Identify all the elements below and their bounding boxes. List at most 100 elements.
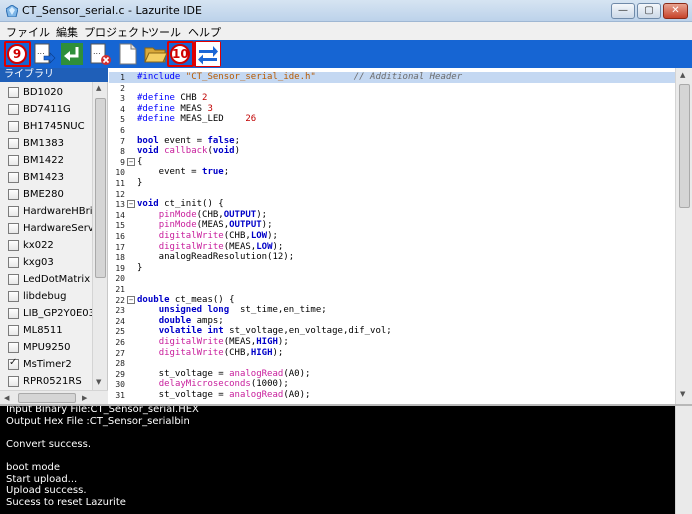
library-item[interactable]: BD1020 — [8, 84, 63, 100]
code-editor[interactable]: 1 #include "CT_Sensor_serial_ide.h" // Ad… — [109, 68, 692, 404]
library-checkbox[interactable] — [8, 171, 19, 183]
library-checkbox[interactable] — [8, 222, 19, 234]
code-line[interactable]: 6 — [109, 125, 679, 136]
library-vertical-scrollbar[interactable]: ▲ ▼ — [92, 82, 107, 390]
library-checkbox[interactable] — [8, 307, 19, 319]
library-item[interactable]: MPU9250 — [8, 339, 70, 355]
import-button[interactable]: ... — [32, 42, 56, 66]
console-vertical-scrollbar[interactable] — [675, 406, 692, 514]
library-item[interactable]: libdebug — [8, 288, 66, 304]
code-line[interactable]: 25 volatile int st_voltage,en_voltage,di… — [109, 326, 679, 337]
code-line[interactable]: 30 delayMicroseconds(1000); — [109, 379, 679, 390]
library-checkbox[interactable] — [8, 341, 19, 353]
scroll-down-arrow-icon[interactable]: ▼ — [96, 378, 101, 386]
library-checkbox[interactable] — [8, 137, 19, 149]
library-checkbox[interactable] — [8, 273, 19, 285]
scroll-left-arrow-icon[interactable]: ◀ — [4, 394, 9, 402]
library-checkbox[interactable] — [8, 324, 19, 336]
library-item[interactable]: BD7411G — [8, 101, 71, 117]
library-item[interactable]: HardwareServo — [8, 220, 100, 236]
code-line[interactable]: 16 digitalWrite(CHB,LOW); — [109, 231, 679, 242]
menu-edit[interactable]: 編集 — [56, 24, 78, 40]
code-line[interactable]: 11} — [109, 178, 679, 189]
code-line[interactable]: 18 analogReadResolution(12); — [109, 252, 679, 263]
code-line[interactable]: 29 st_voltage = analogRead(A0); — [109, 369, 679, 380]
library-item[interactable]: LIB_GP2Y0E03 — [8, 305, 95, 321]
library-scroll-thumb[interactable] — [95, 98, 106, 278]
code-line[interactable]: 15 pinMode(MEAS,OUTPUT); — [109, 220, 679, 231]
library-item[interactable]: BM1423 — [8, 169, 64, 185]
editor-vertical-scrollbar[interactable]: ▲ ▼ — [675, 68, 692, 404]
code-line[interactable]: 13− void ct_init() { — [109, 199, 679, 210]
library-item[interactable]: BH1745NUC — [8, 118, 85, 134]
code-line[interactable]: 1 #include "CT_Sensor_serial_ide.h" // Ad… — [109, 72, 679, 83]
code-line[interactable]: 27 digitalWrite(CHB,HIGH); — [109, 348, 679, 359]
minimize-button[interactable]: — — [611, 3, 635, 19]
marker-number: 9 — [7, 44, 27, 64]
code-line[interactable]: 28 — [109, 358, 679, 369]
transfer-button[interactable] — [196, 42, 220, 66]
return-icon — [61, 43, 83, 65]
open-folder-button[interactable] — [144, 42, 168, 66]
library-checkbox[interactable] — [8, 256, 19, 268]
library-checkbox[interactable] — [8, 375, 19, 387]
library-checkbox[interactable] — [8, 86, 19, 98]
library-item[interactable]: BM1383 — [8, 135, 64, 151]
library-item[interactable]: MsTimer2 — [8, 356, 72, 372]
code-line[interactable]: 7 bool event = false; — [109, 136, 679, 147]
code-line[interactable]: 12 — [109, 189, 679, 200]
code-line[interactable]: 3 #define CHB 2 — [109, 93, 679, 104]
code-line[interactable]: 22− double ct_meas() { — [109, 295, 679, 306]
library-item[interactable]: LedDotMatrix — [8, 271, 90, 287]
menu-file[interactable]: ファイル — [6, 24, 50, 40]
new-file-button[interactable] — [116, 42, 140, 66]
library-horizontal-scrollbar[interactable]: ◀ ▶ — [0, 390, 108, 404]
code-line[interactable]: 26 digitalWrite(MEAS,HIGH); — [109, 337, 679, 348]
library-item[interactable]: ML8511 — [8, 322, 63, 338]
fold-toggle-icon[interactable]: − — [127, 200, 135, 209]
library-item[interactable]: BM1422 — [8, 152, 64, 168]
library-hscroll-thumb[interactable] — [18, 393, 76, 403]
editor-scroll-thumb[interactable] — [679, 84, 690, 208]
library-checkbox[interactable] — [8, 120, 19, 132]
code-text: } — [137, 262, 143, 273]
fold-toggle-icon[interactable]: − — [127, 157, 135, 166]
code-line[interactable]: 21 — [109, 284, 679, 295]
library-item[interactable]: kxg03 — [8, 254, 54, 270]
library-item[interactable]: BME280 — [8, 186, 64, 202]
library-checkbox[interactable] — [8, 357, 19, 370]
code-line[interactable]: 10 event = true; — [109, 167, 679, 178]
close-file-button[interactable]: ... — [88, 42, 112, 66]
scroll-right-arrow-icon[interactable]: ▶ — [82, 394, 87, 402]
menu-tools[interactable]: ツール — [148, 24, 181, 40]
console-line: Convert success. — [6, 438, 92, 450]
library-item[interactable]: kx022 — [8, 237, 54, 253]
code-line[interactable]: 5 #define MEAS_LED 26 — [109, 114, 679, 125]
library-checkbox[interactable] — [8, 188, 19, 200]
code-line[interactable]: 9−{ — [109, 157, 679, 168]
scroll-up-arrow-icon[interactable]: ▲ — [680, 71, 685, 79]
scroll-up-arrow-icon[interactable]: ▲ — [96, 84, 101, 92]
code-line[interactable]: 17 digitalWrite(MEAS,LOW); — [109, 242, 679, 253]
menu-help[interactable]: ヘルプ — [188, 24, 221, 40]
library-checkbox[interactable] — [8, 239, 19, 251]
code-line[interactable]: 23 unsigned long st_time,en_time; — [109, 305, 679, 316]
close-button[interactable]: ✕ — [663, 3, 688, 19]
code-line[interactable]: 31 st_voltage = analogRead(A0); — [109, 390, 679, 401]
library-checkbox[interactable] — [8, 290, 19, 302]
maximize-button[interactable]: ▢ — [637, 3, 661, 19]
fold-toggle-icon[interactable]: − — [127, 295, 135, 304]
code-line[interactable]: 4 #define MEAS 3 — [109, 104, 679, 115]
library-checkbox[interactable] — [8, 103, 19, 115]
library-checkbox[interactable] — [8, 205, 19, 217]
scroll-down-arrow-icon[interactable]: ▼ — [680, 390, 685, 398]
code-line[interactable]: 2 — [109, 83, 679, 94]
library-item[interactable]: RPR0521RS — [8, 373, 82, 389]
code-line[interactable]: 14 pinMode(CHB,OUTPUT); — [109, 210, 679, 221]
return-button[interactable] — [60, 42, 84, 66]
code-line[interactable]: 20 — [109, 273, 679, 284]
code-line[interactable]: 19} — [109, 263, 679, 274]
library-checkbox[interactable] — [8, 154, 19, 166]
code-line[interactable]: 8 void callback(void) — [109, 146, 679, 157]
menu-project[interactable]: プロジェクト — [84, 24, 150, 40]
